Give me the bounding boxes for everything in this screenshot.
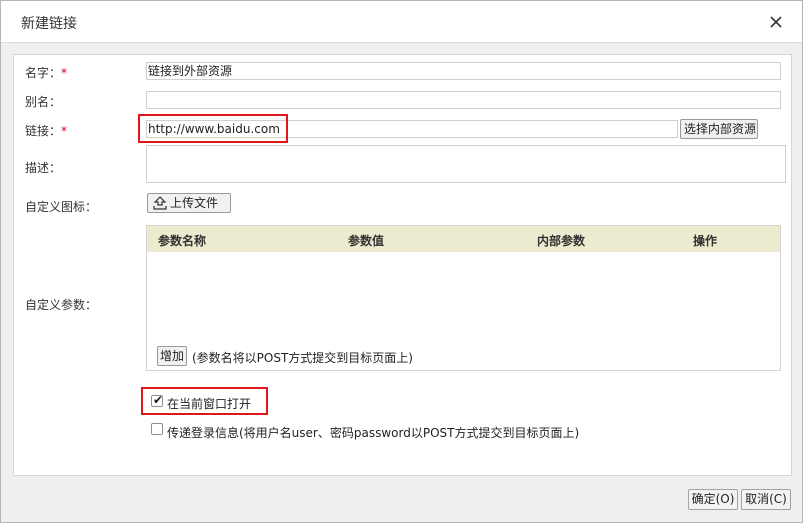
add-param-button[interactable]: 增加 xyxy=(157,346,187,366)
new-link-dialog: 新建链接 名字：* 链接到外部资源 别名： 链接：* http://www.ba… xyxy=(0,0,803,523)
params-table: 参数名称 参数值 内部参数 操作 增加 (参数名将以POST方式提交到目标页面上… xyxy=(146,225,781,371)
open-current-window-checkbox[interactable]: ✔ xyxy=(151,393,164,407)
params-table-header: 参数名称 参数值 内部参数 操作 xyxy=(147,226,780,252)
link-highlight-box xyxy=(138,114,288,143)
dialog-titlebar: 新建链接 xyxy=(1,1,802,43)
dialog-title: 新建链接 xyxy=(21,16,77,32)
column-header-param-value: 参数值 xyxy=(348,234,385,248)
open-current-window-label: 在当前窗口打开 xyxy=(167,397,252,411)
upload-button-label: 上传文件 xyxy=(170,196,219,210)
description-label: 描述： xyxy=(25,161,62,175)
description-textarea[interactable] xyxy=(146,145,786,183)
choose-internal-resource-button[interactable]: 选择内部资源 xyxy=(680,119,758,139)
link-label: 链接：* xyxy=(25,124,68,138)
custom-params-label: 自定义参数： xyxy=(25,298,98,312)
name-input[interactable]: 链接到外部资源 xyxy=(146,62,781,80)
upload-file-button[interactable]: 上传文件 xyxy=(147,193,231,213)
alias-input[interactable] xyxy=(146,91,781,109)
alias-label: 别名： xyxy=(25,95,62,109)
column-header-internal-param: 内部参数 xyxy=(537,234,586,248)
add-param-hint: (参数名将以POST方式提交到目标页面上) xyxy=(192,351,413,365)
custom-icon-label: 自定义图标： xyxy=(25,200,98,214)
form-panel: 名字：* 链接到外部资源 别名： 链接：* http://www.baidu.c… xyxy=(13,54,792,476)
checkmark-icon: ✔ xyxy=(153,393,164,407)
cancel-button[interactable]: 取消(C) xyxy=(741,489,791,510)
column-header-operation: 操作 xyxy=(693,234,718,248)
pass-login-info-checkbox[interactable] xyxy=(151,423,163,435)
required-star: * xyxy=(61,124,68,138)
required-star: * xyxy=(61,66,68,80)
pass-login-info-label: 传递登录信息(将用户名user、密码password以POST方式提交到目标页面… xyxy=(167,426,580,440)
column-header-param-name: 参数名称 xyxy=(158,234,207,248)
ok-button[interactable]: 确定(O) xyxy=(688,489,738,510)
close-icon[interactable] xyxy=(765,11,787,33)
name-label: 名字：* xyxy=(25,66,68,80)
upload-icon xyxy=(152,195,168,216)
